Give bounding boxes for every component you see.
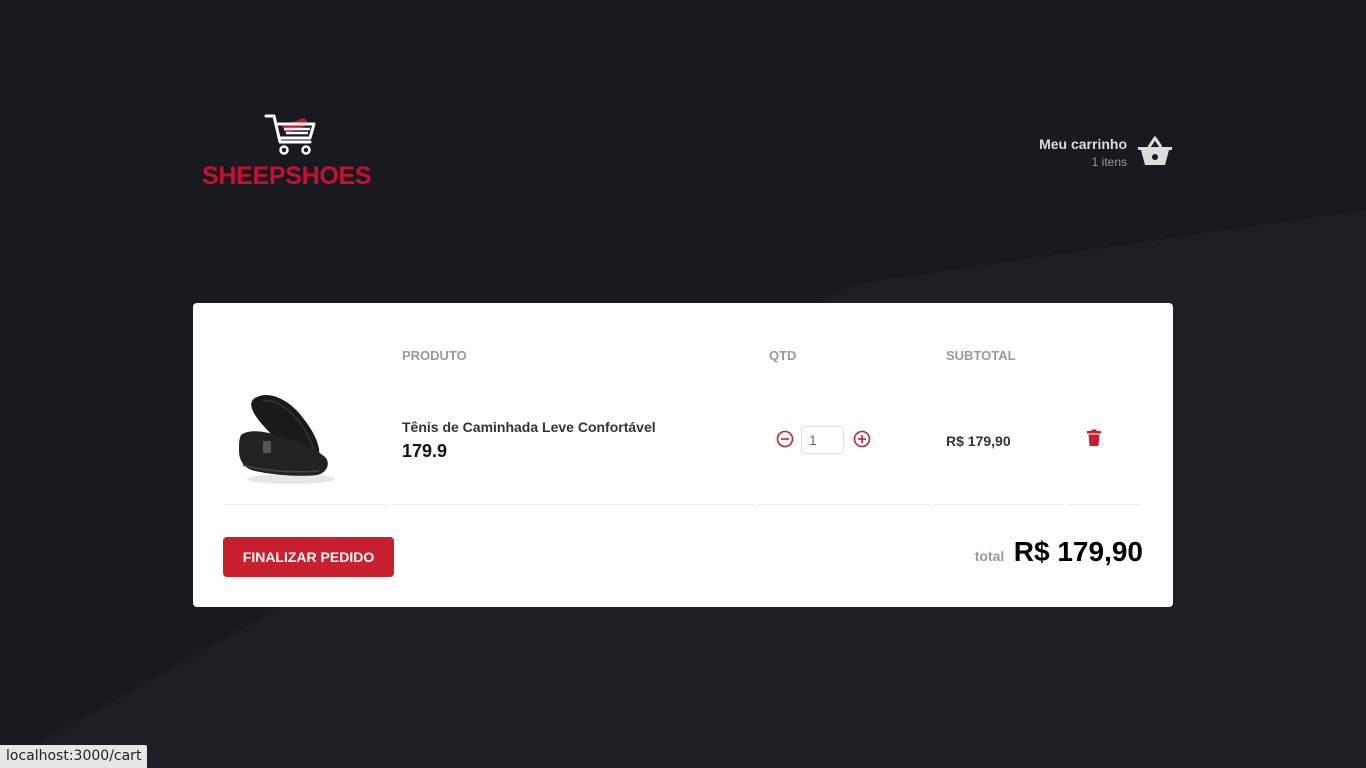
increment-quantity-button[interactable] — [852, 429, 872, 449]
plus-circle-icon — [853, 430, 871, 448]
total-label: total — [974, 548, 1005, 564]
cart-item-count: 1 itens — [1091, 155, 1127, 169]
status-bar-url: localhost:3000/cart — [0, 745, 148, 768]
row-divider — [1068, 504, 1141, 505]
logo-text: SHEEPSHOES — [202, 162, 372, 190]
delete-item-button[interactable] — [1085, 429, 1103, 447]
basket-icon — [1138, 136, 1172, 165]
item-subtotal: R$ 179,90 — [946, 433, 1011, 449]
cart-panel: PRODUTO QTD SUBTOTAL Tênis de Caminhada … — [193, 303, 1173, 607]
checkout-button[interactable]: FINALIZAR PEDIDO — [223, 537, 394, 577]
column-header-product: PRODUTO — [402, 348, 467, 363]
total-value: R$ 179,90 — [1013, 536, 1143, 567]
minus-circle-icon — [776, 430, 794, 448]
row-divider — [391, 504, 754, 505]
product-title: Tênis de Caminhada Leve Confortável — [402, 419, 656, 435]
trash-icon — [1087, 429, 1101, 446]
column-header-quantity: QTD — [769, 348, 797, 363]
quantity-input[interactable] — [801, 426, 844, 454]
order-total: total R$ 179,90 — [975, 536, 1143, 568]
cart-logo-icon — [264, 114, 316, 155]
product-price: 179.9 — [402, 441, 448, 461]
cart-title: Meu carrinho — [1039, 136, 1127, 152]
column-header-subtotal: SUBTOTAL — [946, 348, 1016, 363]
logo-link[interactable]: SHEEPSHOES — [202, 112, 387, 190]
my-cart-link[interactable]: Meu carrinho 1 itens — [1033, 134, 1173, 174]
cart-info: Meu carrinho 1 itens — [1039, 136, 1127, 169]
app-header: SHEEPSHOES Meu carrinho 1 itens — [193, 100, 1173, 200]
row-divider — [758, 504, 930, 505]
row-divider — [934, 504, 1064, 505]
row-divider — [225, 504, 387, 505]
decrement-quantity-button[interactable] — [775, 429, 795, 449]
product-image — [239, 394, 335, 484]
